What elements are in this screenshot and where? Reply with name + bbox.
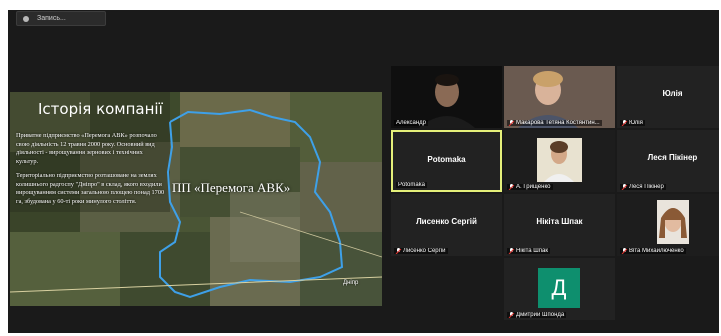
mic-muted-icon — [509, 312, 514, 318]
participant-video — [391, 66, 502, 128]
mic-muted-icon — [509, 184, 514, 190]
participant-display-name: Леся Пікінер — [647, 153, 698, 162]
recording-label: Запись... — [37, 15, 66, 22]
participant-display-name: Potomaka — [427, 155, 466, 164]
mic-muted-icon — [622, 248, 627, 254]
participant-tile[interactable]: А. Грищенко — [504, 130, 615, 192]
map-town-label: Дніпр — [343, 280, 359, 286]
slide-title: Історія компанії — [38, 100, 163, 118]
participant-display-name: Лисенко Сергій — [416, 217, 477, 226]
participant-tile[interactable]: Д Дмитрий Шпонда — [504, 258, 615, 320]
mic-muted-icon — [622, 184, 627, 190]
participant-name: Макарова Тетяна Костянтин... — [507, 120, 602, 126]
participant-tile[interactable]: Леся Пікінер Леся Пікінер — [617, 130, 719, 192]
participant-name: Александр — [394, 120, 429, 126]
participant-display-name: Юлія — [662, 89, 683, 98]
slide-paragraph-2: Територіально підприємство розташоване н… — [16, 172, 165, 205]
record-icon — [23, 15, 29, 22]
participant-tile-active[interactable]: Potomaka Potomaka — [391, 130, 502, 192]
screen-share: Історія компанії Приватне підприємство «… — [10, 92, 382, 306]
participant-tile[interactable]: Лисенко Сергій Лисенко Сергій — [391, 194, 502, 256]
participant-avatar: Д — [538, 268, 580, 308]
slide-paragraph-1: Приватне підприємство «Перемога АВК» роз… — [16, 132, 157, 165]
participant-name: Юлія — [620, 120, 645, 126]
meeting-stage: Запись... Історія компанії Приватне підп… — [8, 10, 719, 333]
participant-display-name: Нікіта Шпак — [536, 217, 583, 226]
slide-body: Приватне підприємство «Перемога АВК» роз… — [16, 132, 166, 212]
participant-name: А. Грищенко — [507, 184, 553, 190]
participant-video — [504, 66, 615, 128]
recording-indicator[interactable]: Запись... — [16, 11, 106, 26]
company-label: ПП «Перемога АВК» — [172, 180, 291, 195]
participant-name: Potomaka — [396, 182, 428, 188]
mic-muted-icon — [396, 248, 401, 254]
mic-muted-icon — [509, 120, 514, 126]
mic-muted-icon — [509, 248, 514, 254]
participant-name: Нікіта Шпак — [507, 248, 551, 254]
mic-muted-icon — [622, 120, 627, 126]
participant-name: Лисенко Сергій — [394, 248, 448, 254]
participant-video — [617, 194, 719, 256]
participant-tile[interactable]: Макарова Тетяна Костянтин... — [504, 66, 615, 128]
participant-tile[interactable]: Александр — [391, 66, 502, 128]
participant-tile[interactable]: Нікіта Шпак Нікіта Шпак — [504, 194, 615, 256]
participant-tile[interactable]: Віта Михайлюченко — [617, 194, 719, 256]
participant-tile[interactable]: Юлія Юлія — [617, 66, 719, 128]
participant-name: Леся Пікінер — [620, 184, 666, 190]
participant-name: Віта Михайлюченко — [620, 248, 686, 254]
participant-name: Дмитрий Шпонда — [507, 312, 567, 318]
participant-video — [504, 130, 615, 192]
